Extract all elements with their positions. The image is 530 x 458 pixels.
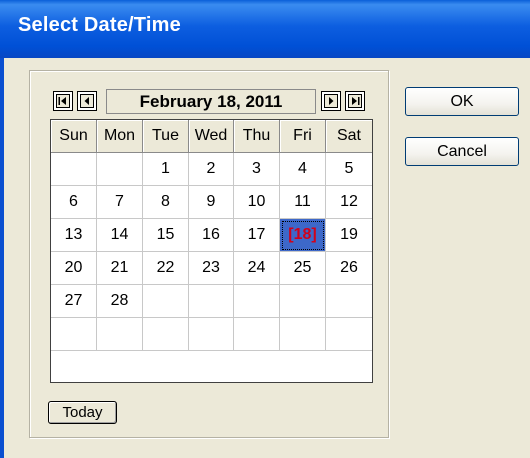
day-cell[interactable]: 4 bbox=[280, 153, 326, 186]
current-date-label: February 18, 2011 bbox=[106, 89, 316, 114]
day-cell[interactable]: 28 bbox=[97, 285, 143, 318]
day-cell[interactable] bbox=[280, 318, 326, 351]
calendar-week-row: 13 14 15 16 17 [18] 19 bbox=[51, 219, 372, 252]
day-cell[interactable]: 13 bbox=[51, 219, 97, 252]
prev-month-button[interactable] bbox=[77, 91, 97, 111]
day-cell[interactable] bbox=[234, 318, 280, 351]
calendar-week-row: 27 28 bbox=[51, 285, 372, 318]
weekday-header: Mon bbox=[97, 120, 143, 153]
prev-icon bbox=[80, 94, 94, 108]
day-cell[interactable]: 5 bbox=[326, 153, 372, 186]
day-cell[interactable] bbox=[51, 153, 97, 186]
day-cell[interactable]: 9 bbox=[189, 186, 234, 219]
weekday-header: Wed bbox=[189, 120, 234, 153]
day-cell[interactable] bbox=[189, 285, 234, 318]
calendar-week-row: 6 7 8 9 10 11 12 bbox=[51, 186, 372, 219]
day-cell[interactable]: 7 bbox=[97, 186, 143, 219]
day-cell[interactable] bbox=[234, 285, 280, 318]
day-cell[interactable]: 17 bbox=[234, 219, 280, 252]
selected-day-cell[interactable]: [18] bbox=[280, 219, 326, 252]
weekday-header: Sun bbox=[51, 120, 97, 153]
last-month-button[interactable] bbox=[345, 91, 365, 111]
day-cell[interactable] bbox=[326, 285, 372, 318]
title-bar[interactable]: Select Date/Time bbox=[0, 0, 530, 58]
first-month-button[interactable] bbox=[53, 91, 73, 111]
day-cell[interactable]: 24 bbox=[234, 252, 280, 285]
weekday-header: Tue bbox=[143, 120, 189, 153]
day-cell[interactable] bbox=[189, 318, 234, 351]
day-cell[interactable]: 22 bbox=[143, 252, 189, 285]
calendar-week-row: 1 2 3 4 5 bbox=[51, 153, 372, 186]
day-cell[interactable]: 1 bbox=[143, 153, 189, 186]
day-cell[interactable]: 10 bbox=[234, 186, 280, 219]
day-cell[interactable] bbox=[143, 318, 189, 351]
day-cell[interactable]: 2 bbox=[189, 153, 234, 186]
day-cell[interactable] bbox=[326, 318, 372, 351]
weekday-header-row: Sun Mon Tue Wed Thu Fri Sat bbox=[51, 120, 372, 153]
day-cell[interactable]: 23 bbox=[189, 252, 234, 285]
day-cell[interactable]: 19 bbox=[326, 219, 372, 252]
cancel-button[interactable]: Cancel bbox=[405, 137, 519, 166]
window-title: Select Date/Time bbox=[18, 14, 181, 36]
day-cell[interactable]: 20 bbox=[51, 252, 97, 285]
skip-back-icon bbox=[56, 94, 70, 108]
day-cell[interactable]: 15 bbox=[143, 219, 189, 252]
select-date-time-dialog: Select Date/Time February 18, 2011 Sun M… bbox=[0, 0, 530, 458]
calendar-grid: Sun Mon Tue Wed Thu Fri Sat 1 2 3 4 5 6 … bbox=[50, 119, 373, 383]
day-cell[interactable]: 21 bbox=[97, 252, 143, 285]
window-border bbox=[0, 58, 4, 458]
day-cell[interactable]: 25 bbox=[280, 252, 326, 285]
day-cell[interactable]: 16 bbox=[189, 219, 234, 252]
next-icon bbox=[324, 94, 338, 108]
day-cell[interactable] bbox=[97, 153, 143, 186]
weekday-header: Sat bbox=[326, 120, 372, 153]
weekday-header: Thu bbox=[234, 120, 280, 153]
weekday-header: Fri bbox=[280, 120, 326, 153]
day-cell[interactable] bbox=[143, 285, 189, 318]
next-month-button[interactable] bbox=[321, 91, 341, 111]
day-cell[interactable] bbox=[97, 318, 143, 351]
day-cell[interactable]: 3 bbox=[234, 153, 280, 186]
day-cell[interactable] bbox=[280, 285, 326, 318]
today-button[interactable]: Today bbox=[48, 401, 117, 424]
day-cell[interactable]: 11 bbox=[280, 186, 326, 219]
day-cell[interactable]: 27 bbox=[51, 285, 97, 318]
calendar-week-row bbox=[51, 318, 372, 351]
day-cell[interactable] bbox=[51, 318, 97, 351]
day-cell[interactable]: 26 bbox=[326, 252, 372, 285]
day-cell[interactable]: 12 bbox=[326, 186, 372, 219]
day-cell[interactable]: 8 bbox=[143, 186, 189, 219]
day-cell[interactable]: 6 bbox=[51, 186, 97, 219]
calendar-week-row: 20 21 22 23 24 25 26 bbox=[51, 252, 372, 285]
day-cell[interactable]: 14 bbox=[97, 219, 143, 252]
skip-forward-icon bbox=[348, 94, 362, 108]
ok-button[interactable]: OK bbox=[405, 87, 519, 116]
